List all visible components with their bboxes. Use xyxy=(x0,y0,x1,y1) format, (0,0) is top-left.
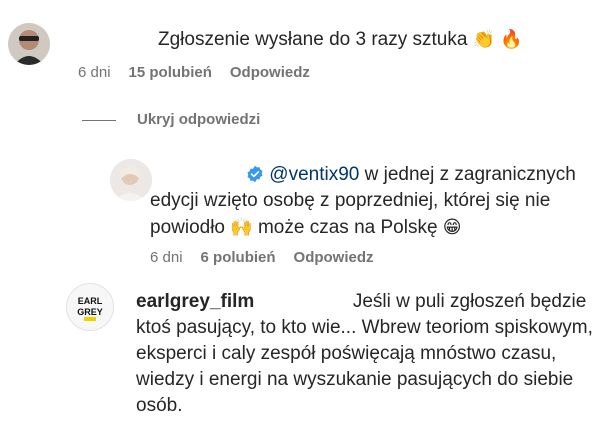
avatar[interactable]: EARL GREY xyxy=(66,283,114,331)
username-link[interactable]: earlgrey_film xyxy=(136,291,254,312)
replies-divider xyxy=(82,120,116,121)
comment-text: Zgłoszenie wysłane do 3 razy sztuka 👏 🔥 xyxy=(158,29,523,50)
mention-link[interactable]: @ventix90 xyxy=(269,164,359,185)
reply-button[interactable]: Odpowiedz xyxy=(230,64,310,81)
hide-replies-button[interactable]: Ukryj odpowiedzi xyxy=(137,111,278,128)
reply-text: @ventix90 w jednej z zagranicznych edycj… xyxy=(150,164,576,238)
avatar[interactable] xyxy=(110,159,152,201)
comment-text: earlgrey_film Jeśli w puli zgłoszeń będz… xyxy=(136,291,593,416)
clap-fire-emoji-icon: 👏 🔥 xyxy=(472,29,523,49)
avatar[interactable] xyxy=(8,23,50,65)
user-avatar-icon xyxy=(8,23,50,65)
grinning-emoji-icon: 😁 xyxy=(442,217,462,237)
svg-text:EARL: EARL xyxy=(78,296,103,306)
timestamp: 6 dni xyxy=(150,249,183,266)
raised-hands-emoji-icon: 🙌 xyxy=(230,217,253,237)
user-avatar-icon xyxy=(110,159,152,201)
likes-count[interactable]: 15 polubień xyxy=(129,64,212,81)
likes-count[interactable]: 6 polubień xyxy=(201,249,276,266)
comment-meta: 6 dni 15 polubień Odpowiedz xyxy=(78,64,328,81)
timestamp: 6 dni xyxy=(78,64,111,81)
reply-button[interactable]: Odpowiedz xyxy=(294,249,374,266)
reply-meta: 6 dni 6 polubień Odpowiedz xyxy=(150,249,392,266)
verified-badge-icon xyxy=(247,165,263,183)
earlgrey-logo-icon: EARL GREY xyxy=(67,284,113,330)
comments-thread: Zgłoszenie wysłane do 3 razy sztuka 👏 🔥 … xyxy=(0,0,606,427)
svg-text:GREY: GREY xyxy=(77,307,103,317)
